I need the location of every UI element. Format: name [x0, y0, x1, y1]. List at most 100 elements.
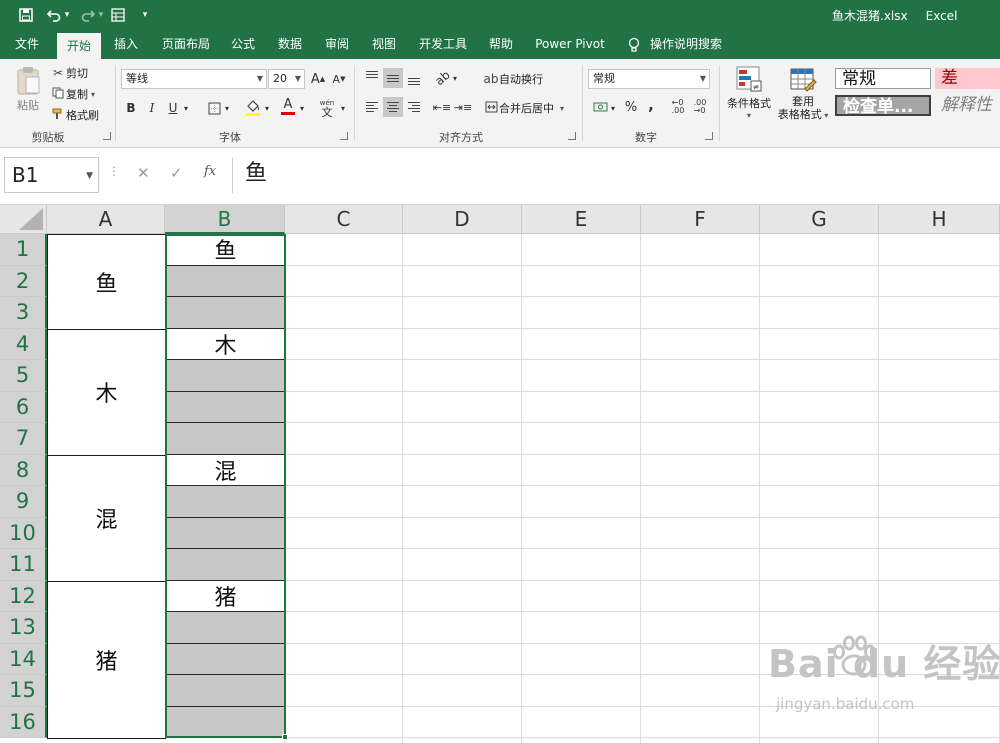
- conditional-formatting-button[interactable]: ≠ 条件格式 ▾: [724, 65, 774, 129]
- customize-quick-access-icon[interactable]: ▾: [138, 4, 152, 26]
- merged-cell-a[interactable]: 猪: [47, 580, 166, 739]
- row-header-4[interactable]: 4: [0, 328, 47, 360]
- redo-dropdown-icon[interactable]: ▾: [96, 4, 106, 26]
- format-as-table-button[interactable]: 套用 表格格式 ▾: [776, 65, 830, 129]
- copy-button[interactable]: 复制 ▾: [50, 86, 95, 102]
- fill-handle[interactable]: [282, 734, 288, 740]
- row-header-11[interactable]: 11: [0, 549, 47, 581]
- tab-home[interactable]: 开始: [57, 33, 101, 59]
- cell-b8[interactable]: 混: [166, 454, 285, 486]
- insert-function-icon[interactable]: fx: [204, 164, 216, 179]
- cell-b15[interactable]: [166, 675, 285, 707]
- column-header-d[interactable]: D: [403, 205, 522, 234]
- row-header-5[interactable]: 5: [0, 360, 47, 392]
- borders-dropdown-icon[interactable]: ▾: [222, 98, 232, 118]
- orientation-button[interactable]: ab: [432, 68, 452, 88]
- tab-power-pivot[interactable]: Power Pivot: [532, 30, 608, 59]
- undo-icon[interactable]: [44, 4, 64, 26]
- font-color-button[interactable]: A: [278, 96, 298, 116]
- row-header-7[interactable]: 7: [0, 423, 47, 455]
- font-size-dropdown[interactable]: 20 ▼: [268, 69, 305, 89]
- align-left-button[interactable]: [362, 97, 382, 117]
- row-header-9[interactable]: 9: [0, 486, 47, 518]
- cell-b14[interactable]: [166, 643, 285, 675]
- format-painter-button[interactable]: 格式刷: [50, 107, 99, 123]
- number-dialog-launcher[interactable]: [705, 132, 713, 140]
- cut-button[interactable]: ✂ 剪切: [50, 65, 88, 81]
- undo-dropdown-icon[interactable]: ▾: [62, 4, 72, 26]
- cell-style-explanatory[interactable]: 解释性: [935, 95, 1000, 116]
- column-header-e[interactable]: E: [522, 205, 641, 234]
- column-header-f[interactable]: F: [641, 205, 760, 234]
- cell-b12[interactable]: 猪: [166, 580, 285, 612]
- align-top-button[interactable]: [362, 68, 382, 88]
- paste-button[interactable]: 粘贴: [10, 65, 46, 119]
- column-header-h[interactable]: H: [879, 205, 1000, 234]
- row-header-2[interactable]: 2: [0, 265, 47, 297]
- row-header-13[interactable]: 13: [0, 612, 47, 644]
- alignment-dialog-launcher[interactable]: [568, 132, 576, 140]
- grow-font-button[interactable]: A ▲: [308, 69, 328, 89]
- increase-indent-button[interactable]: ⇥≡: [453, 97, 473, 117]
- row-header-1[interactable]: 1: [0, 234, 47, 266]
- fill-color-dropdown-icon[interactable]: ▾: [262, 98, 272, 118]
- cell-style-bad[interactable]: 差: [935, 68, 1000, 89]
- decrease-indent-button[interactable]: ⇤≡: [432, 97, 452, 117]
- cell-b5[interactable]: [166, 360, 285, 392]
- phonetic-guide-button[interactable]: wén 文: [316, 95, 338, 121]
- font-color-dropdown-icon[interactable]: ▾: [297, 98, 307, 118]
- row-header-15[interactable]: 15: [0, 675, 47, 707]
- drag-handle-icon[interactable]: ⋮: [108, 164, 120, 178]
- font-name-dropdown[interactable]: 等线 ▼: [121, 69, 267, 89]
- cell-b1[interactable]: 鱼: [166, 234, 285, 266]
- merge-dropdown-icon[interactable]: ▾: [560, 104, 564, 113]
- cancel-icon[interactable]: ✕: [137, 164, 150, 182]
- select-all-button[interactable]: [0, 205, 47, 234]
- wrap-text-button[interactable]: ab 自动换行: [483, 71, 544, 87]
- align-center-button[interactable]: [383, 97, 403, 117]
- cell-b11[interactable]: [166, 549, 285, 581]
- spreadsheet-grid[interactable]: ABCDEFGH 1 2 3 4 5 6 7 8 9 10 11 12 13 14 15 16 鱼木混猪 鱼木…: [0, 205, 1000, 743]
- cell-b3[interactable]: [166, 297, 285, 329]
- column-header-g[interactable]: G: [760, 205, 879, 234]
- phonetic-dropdown-icon[interactable]: ▾: [338, 98, 348, 118]
- row-header-6[interactable]: 6: [0, 391, 47, 423]
- bold-button[interactable]: B: [121, 98, 141, 118]
- tab-developer[interactable]: 开发工具: [413, 30, 473, 59]
- name-box[interactable]: B1 ▼: [4, 157, 99, 193]
- align-middle-button[interactable]: [383, 68, 403, 88]
- row-header-16[interactable]: 16: [0, 706, 47, 738]
- tab-help[interactable]: 帮助: [482, 30, 520, 59]
- underline-button[interactable]: U: [163, 98, 183, 118]
- align-bottom-button[interactable]: [404, 68, 424, 88]
- cell-b7[interactable]: [166, 423, 285, 455]
- column-header-b[interactable]: B: [165, 205, 285, 234]
- formula-input[interactable]: 鱼: [232, 157, 1000, 193]
- column-header-a[interactable]: A: [47, 205, 165, 234]
- tab-insert[interactable]: 插入: [106, 30, 146, 59]
- shrink-font-button[interactable]: A ▼: [329, 69, 349, 89]
- row-header-10[interactable]: 10: [0, 517, 47, 549]
- merged-cell-a[interactable]: 混: [47, 454, 166, 582]
- cell-b6[interactable]: [166, 391, 285, 423]
- accounting-format-button[interactable]: [590, 97, 610, 117]
- decrease-decimal-button[interactable]: .00 →0: [690, 97, 710, 117]
- cell-b2[interactable]: [166, 265, 285, 297]
- cell-b10[interactable]: [166, 517, 285, 549]
- enter-icon[interactable]: ✓: [170, 164, 183, 182]
- tab-page-layout[interactable]: 页面布局: [156, 30, 216, 59]
- tab-view[interactable]: 视图: [365, 30, 403, 59]
- tab-formulas[interactable]: 公式: [224, 30, 262, 59]
- row-header-3[interactable]: 3: [0, 297, 47, 329]
- underline-dropdown-icon[interactable]: ▾: [181, 98, 191, 118]
- borders-button[interactable]: [204, 98, 224, 118]
- row-header-14[interactable]: 14: [0, 643, 47, 675]
- cell-b4[interactable]: 木: [166, 328, 285, 360]
- column-header-c[interactable]: C: [285, 205, 403, 234]
- copy-dropdown-icon[interactable]: ▾: [91, 90, 95, 99]
- tab-review[interactable]: 审阅: [318, 30, 356, 59]
- italic-button[interactable]: I: [142, 98, 162, 118]
- accounting-dropdown-icon[interactable]: ▾: [608, 98, 618, 118]
- clipboard-dialog-launcher[interactable]: [103, 132, 111, 140]
- tab-data[interactable]: 数据: [271, 30, 309, 59]
